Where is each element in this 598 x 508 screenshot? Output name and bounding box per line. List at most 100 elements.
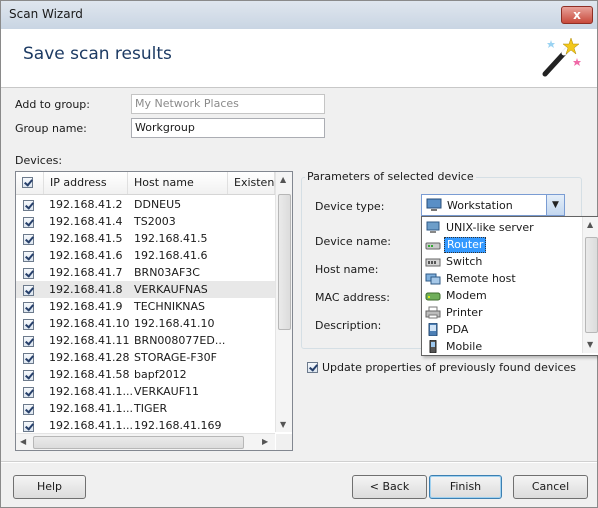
ip-address-cell: 192.168.41.11: [49, 334, 130, 347]
ip-address-cell: 192.168.41.5: [49, 232, 123, 245]
ip-address-cell: 192.168.41.7: [49, 266, 123, 279]
footer-divider-highlight: [1, 462, 597, 463]
dropdown-scrollbar[interactable]: ▲ ▼: [582, 217, 598, 353]
header-select-all[interactable]: [16, 172, 44, 194]
add-to-group-label: Add to group:: [15, 98, 90, 111]
row-checkbox[interactable]: [23, 217, 34, 228]
table-row[interactable]: 192.168.41.6 192.168.41.6: [16, 247, 275, 264]
host-name-cell: 192.168.41.10: [134, 317, 215, 330]
table-row[interactable]: 192.168.41.1... 192.168.41.169: [16, 417, 275, 434]
dropdown-option[interactable]: Printer: [422, 304, 582, 321]
title-bar: Scan Wizard x: [1, 1, 597, 30]
dropdown-option[interactable]: Modem: [422, 287, 582, 304]
ip-address-cell: 192.168.41.10: [49, 317, 130, 330]
scroll-down-icon[interactable]: ▼: [587, 340, 593, 349]
scroll-up-icon[interactable]: ▲: [587, 220, 593, 229]
row-checkbox[interactable]: [23, 268, 34, 279]
ip-address-cell: 192.168.41.9: [49, 300, 123, 313]
column-host-name[interactable]: Host name: [128, 172, 228, 194]
dropdown-option[interactable]: UNIX-like server: [422, 219, 582, 236]
back-button[interactable]: < Back: [352, 475, 427, 499]
devices-label: Devices:: [15, 154, 63, 167]
table-row[interactable]: 192.168.41.28 STORAGE-F30F: [16, 349, 275, 366]
row-checkbox[interactable]: [23, 319, 34, 330]
dropdown-option-label: Mobile: [446, 340, 483, 353]
pda-icon: [428, 323, 438, 336]
devices-list[interactable]: IP address Host name Existenc 192.168.41…: [15, 171, 293, 451]
table-row[interactable]: 192.168.41.58 bapf2012: [16, 366, 275, 383]
add-to-group-field[interactable]: My Network Places: [131, 94, 325, 114]
switch-icon: [425, 258, 441, 267]
scroll-left-icon[interactable]: ◀: [20, 437, 26, 446]
host-name-cell: STORAGE-F30F: [134, 351, 217, 364]
dropdown-option[interactable]: Remote host: [422, 270, 582, 287]
hscroll-thumb[interactable]: [33, 436, 244, 449]
row-checkbox[interactable]: [23, 387, 34, 398]
table-row[interactable]: 192.168.41.4 TS2003: [16, 213, 275, 230]
cancel-button[interactable]: Cancel: [513, 475, 588, 499]
scroll-corner: [276, 434, 292, 450]
table-row[interactable]: 192.168.41.7 BRN03AF3C: [16, 264, 275, 281]
table-row[interactable]: 192.168.41.8 VERKAUFNAS: [16, 281, 275, 298]
wizard-header: Save scan results: [1, 29, 597, 88]
dropdown-option-label: PDA: [446, 323, 469, 336]
dropdown-option[interactable]: Router: [422, 236, 582, 253]
column-existence[interactable]: Existenc: [228, 172, 275, 194]
dropdown-option-label: Switch: [446, 255, 483, 268]
finish-button[interactable]: Finish: [429, 475, 502, 499]
mac-address-label: MAC address:: [315, 291, 390, 304]
ip-address-cell: 192.168.41.8: [49, 283, 123, 296]
table-row[interactable]: 192.168.41.1... VERKAUF11: [16, 383, 275, 400]
scroll-thumb[interactable]: [278, 194, 291, 330]
device-type-dropdown[interactable]: UNIX-like server Router Switch Remote host M…: [421, 216, 598, 356]
device-type-select[interactable]: Workstation ▼: [421, 194, 565, 216]
table-row[interactable]: 192.168.41.11 BRN008077ED...: [16, 332, 275, 349]
scroll-right-icon[interactable]: ▶: [262, 437, 268, 446]
row-checkbox[interactable]: [23, 370, 34, 381]
host-name-cell: TECHNIKNAS: [134, 300, 206, 313]
device-type-value: Workstation: [447, 199, 513, 212]
host-name-cell: 192.168.41.6: [134, 249, 208, 262]
chevron-down-icon[interactable]: ▼: [546, 195, 564, 215]
table-row[interactable]: 192.168.41.1... TIGER: [16, 400, 275, 417]
devices-vertical-scrollbar[interactable]: ▲ ▼: [275, 172, 292, 432]
dropdown-option[interactable]: Switch: [422, 253, 582, 270]
table-row[interactable]: 192.168.41.10 192.168.41.10: [16, 315, 275, 332]
row-checkbox[interactable]: [23, 404, 34, 415]
column-ip-address[interactable]: IP address: [44, 172, 128, 194]
row-checkbox[interactable]: [23, 251, 34, 262]
device-name-label: Device name:: [315, 235, 392, 248]
help-button[interactable]: Help: [13, 475, 86, 499]
ip-address-cell: 192.168.41.1...: [49, 385, 133, 398]
close-icon: x: [573, 8, 581, 22]
row-checkbox[interactable]: [23, 234, 34, 245]
description-label: Description:: [315, 319, 382, 332]
magic-wand-icon: [542, 37, 581, 77]
scroll-down-icon[interactable]: ▼: [280, 420, 286, 429]
dropdown-option[interactable]: Mobile: [422, 338, 582, 355]
row-checkbox[interactable]: [23, 200, 34, 211]
row-checkbox[interactable]: [23, 336, 34, 347]
window-title: Scan Wizard: [9, 7, 83, 21]
row-checkbox[interactable]: [23, 421, 34, 432]
printer-icon: [425, 306, 441, 319]
devices-horizontal-scrollbar[interactable]: ◀ ▶: [16, 433, 275, 450]
close-button[interactable]: x: [561, 6, 593, 24]
scan-wizard-window: Scan Wizard x Save scan results Add to g…: [0, 0, 598, 508]
update-properties-checkbox[interactable]: [307, 362, 318, 373]
dropdown-option[interactable]: PDA: [422, 321, 582, 338]
select-all-checkbox[interactable]: [22, 177, 33, 188]
remote-host-icon: [425, 273, 441, 285]
host-name-cell: VERKAUF11: [134, 385, 200, 398]
scroll-up-icon[interactable]: ▲: [280, 175, 286, 184]
row-checkbox[interactable]: [23, 353, 34, 364]
group-name-field[interactable]: Workgroup: [131, 118, 325, 138]
table-row[interactable]: 192.168.41.9 TECHNIKNAS: [16, 298, 275, 315]
dropdown-scroll-thumb[interactable]: [585, 237, 598, 333]
row-checkbox[interactable]: [23, 302, 34, 313]
table-row[interactable]: 192.168.41.5 192.168.41.5: [16, 230, 275, 247]
row-checkbox[interactable]: [23, 285, 34, 296]
dropdown-option-label: UNIX-like server: [446, 221, 534, 234]
host-name-label: Host name:: [315, 263, 379, 276]
table-row[interactable]: 192.168.41.2 DDNEU5: [16, 196, 275, 213]
